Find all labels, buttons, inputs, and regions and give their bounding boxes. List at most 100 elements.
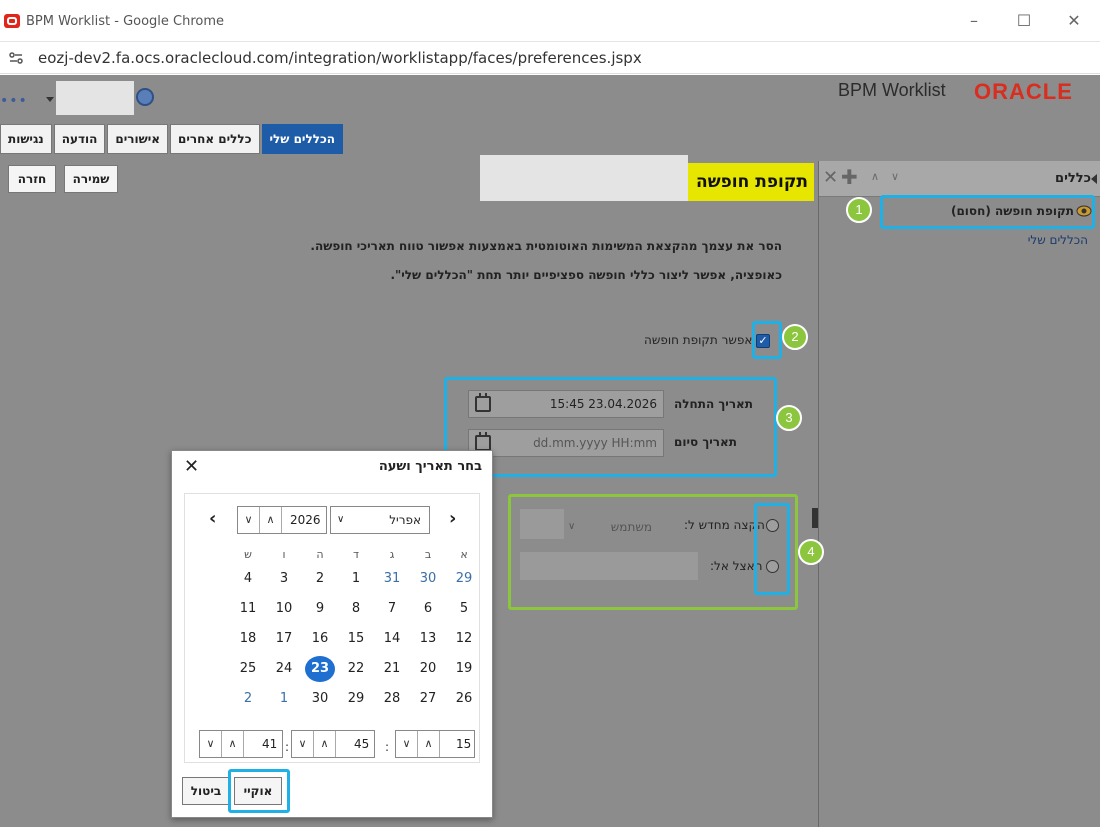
decrement-icon[interactable]: ∨ <box>200 731 222 757</box>
rules-folder-my-rules[interactable]: הכללים שלי <box>1028 233 1088 247</box>
calendar-day[interactable]: 1 <box>269 686 299 712</box>
calendar-day[interactable]: 2 <box>305 566 335 592</box>
calendar-day[interactable]: 13 <box>413 626 443 652</box>
close-icon[interactable]: ✕ <box>184 456 199 477</box>
calendar-day[interactable]: 21 <box>377 656 407 682</box>
calendar-day[interactable]: 11 <box>233 596 263 622</box>
calendar-day[interactable]: 19 <box>449 656 479 682</box>
calendar-day[interactable]: 10 <box>269 596 299 622</box>
calendar-day[interactable]: 25 <box>233 656 263 682</box>
increment-icon[interactable]: ∧ <box>314 731 336 757</box>
globe-icon[interactable] <box>136 88 154 106</box>
calendar-day[interactable]: 29 <box>449 566 479 592</box>
calendar-day[interactable]: 18 <box>233 626 263 652</box>
calendar-day[interactable]: 30 <box>413 566 443 592</box>
hours-value[interactable]: 15 <box>456 731 471 757</box>
time-separator: : <box>285 740 290 754</box>
calendar-day[interactable]: 23 <box>305 656 335 682</box>
tab-accessibility[interactable]: נגישות <box>0 124 52 154</box>
decrement-icon[interactable]: ∨ <box>396 731 418 757</box>
address-bar[interactable]: eozj-dev2.fa.ocs.oraclecloud.com/integra… <box>0 42 1100 74</box>
weekday-label: ד <box>352 548 359 561</box>
increment-icon[interactable]: ∧ <box>260 507 282 533</box>
browser-titlebar: BPM Worklist - Google Chrome – ☐ ✕ <box>0 0 1100 42</box>
tab-notification[interactable]: הודעה <box>53 124 106 154</box>
maximize-button[interactable]: ☐ <box>1012 10 1036 32</box>
weekday-label: ב <box>424 548 432 561</box>
app-icon <box>4 14 20 28</box>
rules-panel-title: כללים <box>1055 171 1091 186</box>
callout-box-ok <box>228 769 290 813</box>
delete-icon[interactable]: ✕ <box>823 167 838 188</box>
calendar-day[interactable]: 20 <box>413 656 443 682</box>
rules-panel: ✕ ✚ ∧ ∨ כללים תקופת חופשה (חסום) הכללים … <box>818 161 1100 827</box>
weekday-label: ו <box>282 548 286 561</box>
chevron-down-icon: ∨ <box>337 514 345 525</box>
year-value[interactable]: 2026 <box>290 507 321 533</box>
calendar-day[interactable]: 9 <box>305 596 335 622</box>
callout-box-checkbox <box>752 321 782 359</box>
calendar-day[interactable]: 27 <box>413 686 443 712</box>
callout-badge-3: 3 <box>776 405 802 431</box>
oracle-logo: ORACLE <box>974 79 1073 104</box>
weekday-label: א <box>460 548 468 561</box>
decrement-icon[interactable]: ∨ <box>238 507 260 533</box>
calendar-day[interactable]: 26 <box>449 686 479 712</box>
hours-spinner[interactable]: ∨ ∧ 15 <box>395 730 475 758</box>
callout-box-radios <box>754 503 790 595</box>
calendar-day[interactable]: 30 <box>305 686 335 712</box>
prev-month-icon[interactable]: ‹ <box>209 508 216 529</box>
tab-my-rules[interactable]: הכללים שלי <box>261 124 344 154</box>
calendar-day[interactable]: 16 <box>305 626 335 652</box>
calendar-day[interactable]: 7 <box>377 596 407 622</box>
collapse-icon[interactable] <box>1091 174 1097 184</box>
callout-badge-4: 4 <box>798 539 824 565</box>
calendar-day[interactable]: 8 <box>341 596 371 622</box>
calendar-day[interactable]: 15 <box>341 626 371 652</box>
calendar-day[interactable]: 6 <box>413 596 443 622</box>
calendar-day[interactable]: 24 <box>269 656 299 682</box>
calendar-day[interactable]: 3 <box>269 566 299 592</box>
chevron-up-icon[interactable]: ∧ <box>871 170 879 183</box>
callout-box-rule <box>880 195 1095 229</box>
calendar-day[interactable]: 31 <box>377 566 407 592</box>
calendar-day[interactable]: 22 <box>341 656 371 682</box>
calendar-day[interactable]: 2 <box>233 686 263 712</box>
tab-approvals[interactable]: אישורים <box>107 124 169 154</box>
increment-icon[interactable]: ∧ <box>418 731 440 757</box>
calendar-day[interactable]: 17 <box>269 626 299 652</box>
calendar-day[interactable]: 5 <box>449 596 479 622</box>
calendar-day[interactable]: 14 <box>377 626 407 652</box>
increment-icon[interactable]: ∧ <box>222 731 244 757</box>
month-select[interactable]: אפריל ∨ <box>330 506 430 534</box>
back-button[interactable]: חזרה <box>8 165 56 193</box>
decrement-icon[interactable]: ∨ <box>292 731 314 757</box>
url-text[interactable]: eozj-dev2.fa.ocs.oraclecloud.com/integra… <box>38 49 642 67</box>
chevron-down-icon[interactable]: ∨ <box>891 170 899 183</box>
section-title: תקופת חופשה <box>688 163 814 201</box>
tab-other-rules[interactable]: כללים אחרים <box>170 124 260 154</box>
seconds-spinner[interactable]: ∨ ∧ 41 <box>199 730 283 758</box>
dropdown-arrow-icon[interactable] <box>46 97 54 102</box>
calendar-day[interactable]: 1 <box>341 566 371 592</box>
datetime-picker-dialog: ✕ בחר תאריך ושעה ‹ › ∨ ∧ 2026 אפריל ∨ אב… <box>171 450 493 818</box>
calendar-day[interactable]: 12 <box>449 626 479 652</box>
minutes-value[interactable]: 45 <box>354 731 369 757</box>
calendar-day[interactable]: 29 <box>341 686 371 712</box>
close-window-button[interactable]: ✕ <box>1062 10 1086 32</box>
cancel-button[interactable]: ביטול <box>182 777 230 805</box>
calendar-day[interactable]: 28 <box>377 686 407 712</box>
calendar-day[interactable]: 4 <box>233 566 263 592</box>
enable-vacation-label: אפשר תקופת חופשה <box>644 333 753 347</box>
more-icon[interactable]: ••• <box>0 93 28 109</box>
brand-title: BPM Worklist <box>838 80 946 100</box>
save-button[interactable]: שמירה <box>64 165 118 193</box>
next-month-icon[interactable]: › <box>449 508 456 529</box>
splitter-handle[interactable] <box>812 508 818 528</box>
minimize-button[interactable]: – <box>962 10 986 32</box>
site-settings-icon[interactable] <box>8 50 24 66</box>
minutes-spinner[interactable]: ∨ ∧ 45 <box>291 730 375 758</box>
add-icon[interactable]: ✚ <box>841 165 858 189</box>
seconds-value[interactable]: 41 <box>262 731 277 757</box>
year-spinner[interactable]: ∨ ∧ 2026 <box>237 506 327 534</box>
